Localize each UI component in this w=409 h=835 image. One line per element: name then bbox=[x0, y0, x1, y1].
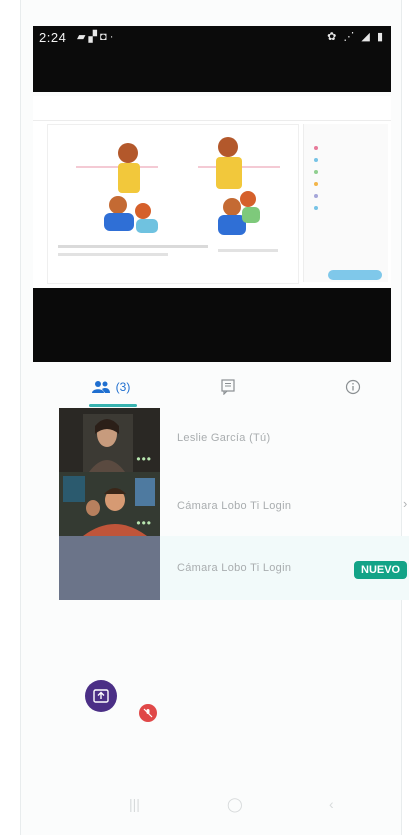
tab-participants[interactable]: (3) bbox=[89, 374, 133, 400]
muted-mic-button[interactable] bbox=[139, 704, 157, 722]
participant-name: Cámara Lobo Ti Login bbox=[177, 562, 292, 574]
status-bar: 2:24 ▰ ▞ ◘ · ✿ ⋰ ◢ ▮ bbox=[33, 26, 391, 92]
status-time: 2:24 bbox=[39, 30, 67, 45]
child-head-icon bbox=[118, 143, 138, 163]
slide-illustration bbox=[58, 137, 280, 256]
screen-share-icon bbox=[93, 689, 109, 703]
participant-video-2[interactable]: ••• bbox=[59, 472, 160, 536]
presentation-side-panel bbox=[303, 124, 388, 282]
more-options-icon[interactable]: ••• bbox=[136, 452, 152, 466]
presentation-slide bbox=[47, 124, 299, 284]
chat-icon bbox=[221, 379, 235, 395]
participant-name: Cámara Lobo Ti Login bbox=[177, 500, 292, 512]
tab-chat[interactable] bbox=[213, 374, 243, 400]
presentation-action-button[interactable] bbox=[328, 270, 382, 280]
new-badge: NUEVO bbox=[354, 561, 408, 579]
active-tab-indicator bbox=[89, 404, 137, 407]
meeting-tabs: (3) bbox=[33, 368, 391, 408]
chevron-right-icon[interactable]: › bbox=[403, 496, 407, 511]
shared-presentation[interactable] bbox=[33, 96, 391, 292]
presentation-toolbar bbox=[33, 96, 391, 121]
participant-name: Leslie García (Tú) bbox=[177, 432, 271, 444]
participant-count: (3) bbox=[115, 380, 131, 394]
info-icon bbox=[345, 379, 361, 395]
phone-screen: 2:24 ▰ ▞ ◘ · ✿ ⋰ ◢ ▮ (3) ••• Leslie Garc… bbox=[20, 0, 409, 835]
notification-icons: ▰ ▞ ◘ · bbox=[77, 31, 114, 43]
back-icon[interactable]: ‹ bbox=[329, 796, 334, 812]
android-nav-bar: ||| ◯ ‹ bbox=[33, 790, 391, 822]
people-icon bbox=[91, 381, 110, 393]
system-icons: ✿ ⋰ ◢ ▮ bbox=[327, 31, 385, 43]
participant-list: ••• Leslie García (Tú) ••• Cámara Lobo T… bbox=[59, 408, 409, 722]
video-stage bbox=[33, 288, 391, 362]
home-icon[interactable]: ◯ bbox=[227, 796, 243, 813]
mic-off-icon bbox=[143, 708, 153, 718]
child-body-icon bbox=[118, 163, 140, 193]
more-options-icon[interactable]: ••• bbox=[136, 516, 152, 530]
tab-info[interactable] bbox=[338, 374, 368, 400]
participant-video-1[interactable]: ••• bbox=[59, 408, 160, 472]
screen-share-button[interactable] bbox=[85, 680, 117, 712]
recent-apps-icon[interactable]: ||| bbox=[129, 796, 140, 812]
participant-video-3[interactable] bbox=[59, 536, 160, 722]
